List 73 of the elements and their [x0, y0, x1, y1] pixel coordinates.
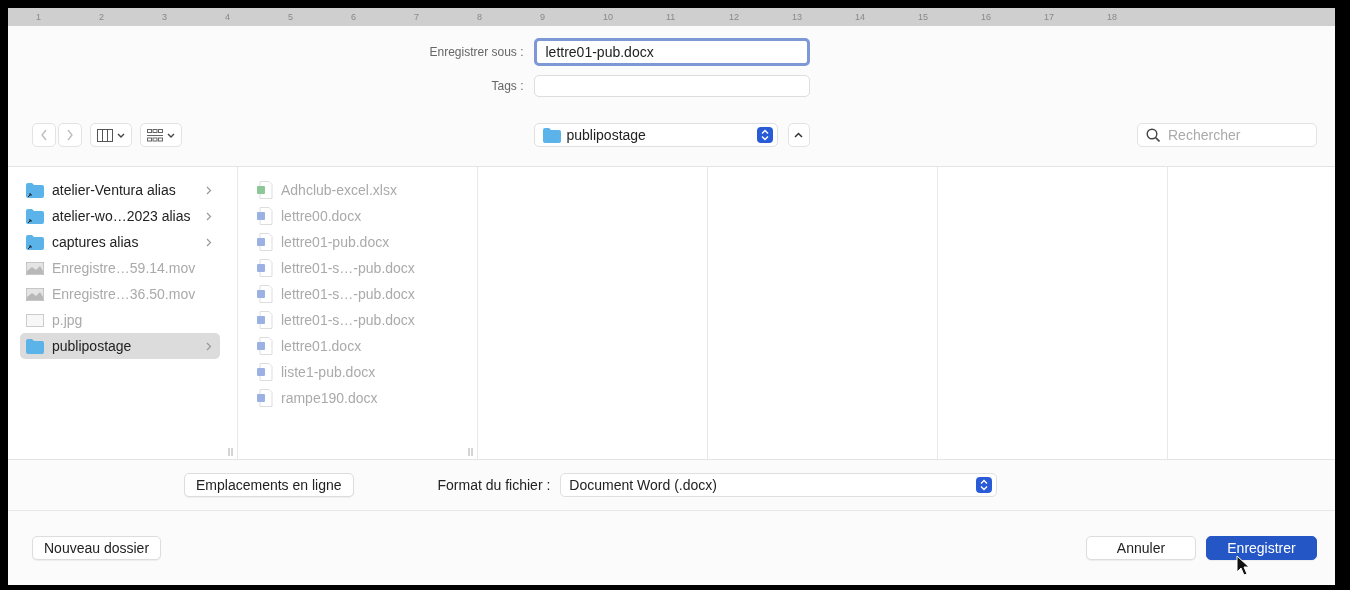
cursor-icon: [1236, 555, 1250, 576]
document-file-icon: [256, 259, 273, 277]
document-file-icon: [256, 363, 273, 381]
ruler-number: 11: [666, 12, 677, 22]
ruler-number: 13: [792, 12, 803, 22]
file-list-item[interactable]: captures alias: [20, 229, 220, 255]
location-popup[interactable]: publipostage: [533, 123, 778, 147]
file-list-item[interactable]: atelier-Ventura alias: [20, 177, 220, 203]
folder-icon: [26, 338, 44, 354]
document-file-icon: [256, 389, 273, 407]
resize-handle-icon[interactable]: [228, 448, 233, 456]
folder-alias-icon: [26, 208, 44, 224]
video-thumbnail-icon: [26, 287, 44, 301]
search-field[interactable]: Rechercher: [1137, 123, 1317, 147]
chevron-down-icon: [167, 132, 175, 138]
ruler-number: 18: [1107, 12, 1118, 22]
dialog-button[interactable]: Enregistrer: [1206, 536, 1317, 560]
dialog-button[interactable]: Nouveau dossier: [32, 536, 162, 560]
video-thumbnail-icon: [26, 261, 44, 275]
chevron-right-icon: [206, 185, 212, 195]
document-file-icon: [256, 207, 273, 225]
document-file-icon: [256, 311, 273, 329]
forward-icon: [65, 128, 75, 142]
dialog-button[interactable]: Annuler: [1086, 536, 1196, 560]
ruler-number: 8: [477, 12, 483, 22]
back-icon: [39, 128, 49, 142]
online-locations-button[interactable]: Emplacements en ligne: [184, 473, 354, 497]
document-file-icon: [256, 233, 273, 251]
group-button[interactable]: [140, 123, 182, 147]
document-file-icon: [256, 337, 273, 355]
ruler-number: 15: [918, 12, 929, 22]
chevron-up-icon: [794, 132, 803, 138]
ruler-number: 17: [1044, 12, 1055, 22]
forward-button[interactable]: [58, 123, 82, 147]
stepper-icon: [976, 477, 993, 493]
up-button[interactable]: [787, 123, 810, 147]
filename-field[interactable]: lettre01-pub.docx: [533, 38, 810, 66]
folder-alias-icon: [26, 182, 44, 198]
field-label: Tags :: [490, 79, 524, 93]
chevron-down-icon: [117, 132, 125, 138]
ruler-number: 5: [288, 12, 294, 22]
ruler-number: 10: [603, 12, 614, 22]
ruler-number: 7: [414, 12, 420, 22]
search-icon: [1146, 128, 1160, 142]
chevron-right-icon: [206, 237, 212, 247]
grid-icon: [147, 128, 163, 142]
field-label: Format du fichier :: [437, 477, 551, 493]
field-label: Enregistrer sous :: [428, 45, 524, 59]
back-button[interactable]: [32, 123, 56, 147]
resize-handle-icon[interactable]: [468, 448, 473, 456]
document-file-icon: [256, 285, 273, 303]
column-view-button[interactable]: [90, 123, 132, 147]
ruler-number: 2: [99, 12, 105, 22]
folder-icon: [542, 127, 561, 143]
ruler-number: 12: [729, 12, 740, 22]
ruler-number: 4: [225, 12, 231, 22]
ruler-number: 1: [36, 12, 42, 22]
stepper-icon: [756, 127, 773, 143]
columns-icon: [97, 128, 113, 142]
file-list-item[interactable]: atelier-wo…2023 alias: [20, 203, 220, 229]
ruler-number: 3: [162, 12, 168, 22]
image-file-icon: [26, 313, 44, 327]
file-list-item[interactable]: publipostage: [20, 333, 220, 359]
ruler-number: 14: [855, 12, 866, 22]
spreadsheet-file-icon: [256, 181, 273, 199]
tags-field[interactable]: [533, 75, 810, 97]
ruler-number: 6: [351, 12, 357, 22]
format-popup[interactable]: Document Word (.docx): [560, 473, 998, 497]
ruler-number: 16: [981, 12, 992, 22]
folder-alias-icon: [26, 234, 44, 250]
chevron-right-icon: [206, 211, 212, 221]
chevron-right-icon: [206, 341, 212, 351]
ruler-number: 9: [540, 12, 546, 22]
